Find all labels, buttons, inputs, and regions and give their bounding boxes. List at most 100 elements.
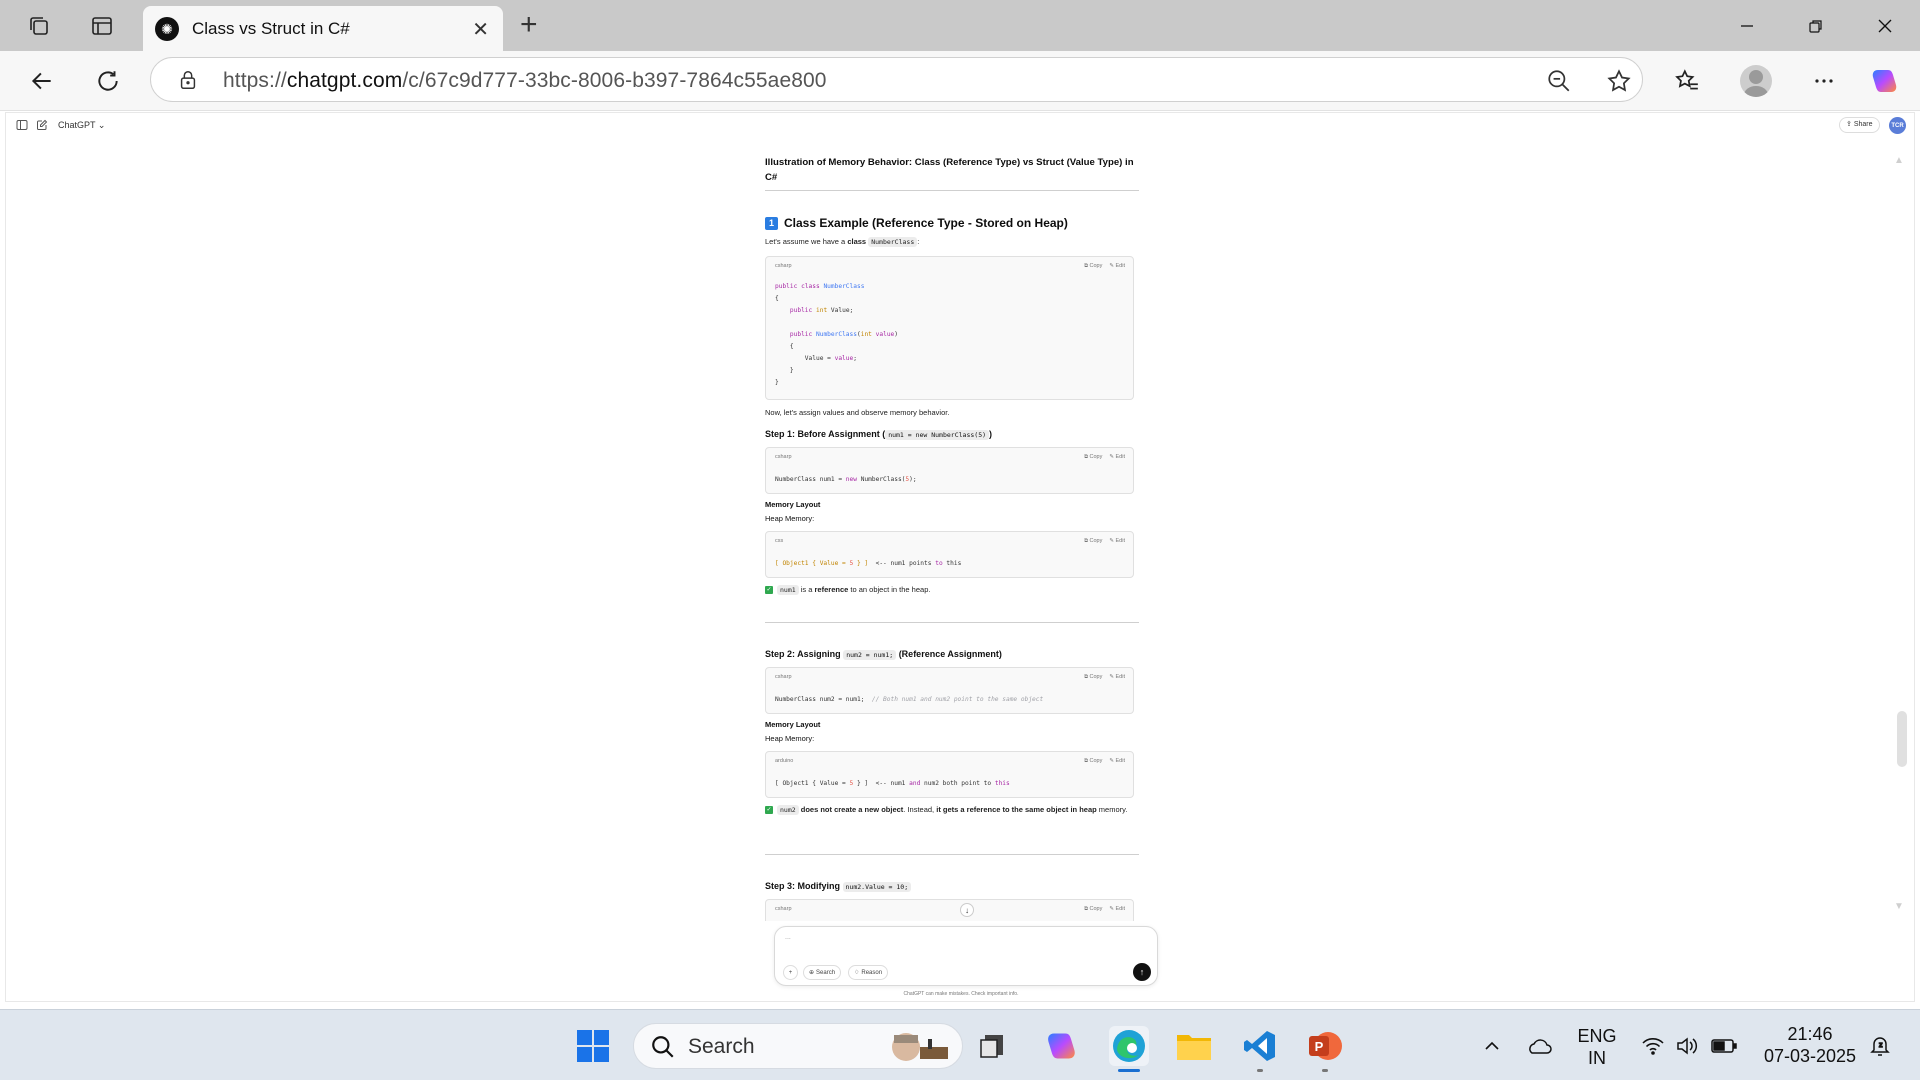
code-language: csharp <box>775 674 792 680</box>
copilot-icon[interactable] <box>1870 66 1900 96</box>
code-content: NumberClass num1 = new NumberClass(5); <box>775 476 917 483</box>
attach-button[interactable]: + <box>783 965 798 980</box>
minimize-icon[interactable] <box>1731 12 1763 40</box>
new-chat-icon[interactable] <box>36 119 48 131</box>
language-indicator[interactable]: ENG IN <box>1572 1025 1622 1069</box>
search-highlight-illustration-icon <box>884 1027 954 1067</box>
checkmark-icon: ✓ <box>765 806 773 815</box>
code-block-class-definition: csharp ⧉ Copy ✎ Edit public class Number… <box>765 256 1134 400</box>
chat-header: ChatGPT ⌄ ⇪ Share TCR <box>6 113 1914 139</box>
edit-code-button[interactable]: ✎ Edit <box>1109 674 1125 681</box>
copy-code-button[interactable]: ⧉ Copy <box>1084 758 1102 765</box>
profile-avatar[interactable] <box>1740 65 1772 97</box>
clock[interactable]: 21:46 07-03-2025 <box>1755 1023 1865 1067</box>
scrollbar-thumb[interactable] <box>1897 711 1907 767</box>
chat-page: ChatGPT ⌄ ⇪ Share TCR Illustration of Me… <box>5 112 1915 1002</box>
search-button[interactable]: ⊕ Search <box>803 965 842 980</box>
browser-toolbar: https://chatgpt.com/c/67c9d777-33bc-8006… <box>0 51 1920 111</box>
copilot-taskbar-icon[interactable] <box>1042 1026 1082 1066</box>
code-language: csharp <box>775 906 792 912</box>
code-content: [ Object1 { Value = 5 } ] <-- num1 point… <box>775 560 962 567</box>
edit-code-button[interactable]: ✎ Edit <box>1109 538 1125 545</box>
memory-layout-label: Memory Layout <box>765 500 821 509</box>
edit-code-button[interactable]: ✎ Edit <box>1109 454 1125 461</box>
favorites-icon[interactable] <box>1672 66 1702 96</box>
onedrive-cloud-icon[interactable] <box>1519 1026 1559 1066</box>
heap-memory-label: Heap Memory: <box>765 514 815 523</box>
send-button[interactable]: ↑ <box>1133 963 1151 981</box>
code-content: public class NumberClass { public int Va… <box>775 283 899 386</box>
step1-heading: Step 1: Before Assignment (num1 = new Nu… <box>765 429 993 440</box>
intro-paragraph: Let's assume we have a class NumberClass… <box>765 237 920 247</box>
edit-code-button[interactable]: ✎ Edit <box>1109 906 1125 913</box>
checkmark-icon: ✓ <box>765 586 773 595</box>
copy-code-button[interactable]: ⧉ Copy <box>1084 263 1102 270</box>
tab-title: Class vs Struct in C# <box>192 19 350 38</box>
user-avatar[interactable]: TCR <box>1889 117 1906 134</box>
url-text[interactable]: https://chatgpt.com/c/67c9d777-33bc-8006… <box>223 69 827 93</box>
refresh-icon[interactable] <box>93 66 123 96</box>
code-language: csharp <box>775 263 792 269</box>
restore-icon[interactable] <box>1800 12 1832 40</box>
code-block-step2: csharp ⧉ Copy ✎ Edit NumberClass num2 = … <box>765 667 1134 714</box>
observe-paragraph: Now, let's assign values and observe mem… <box>765 408 950 417</box>
powerpoint-icon[interactable]: P <box>1305 1026 1345 1072</box>
code-block-step3: csharp ⧉ Copy ✎ Edit <box>765 899 1134 921</box>
search-label: Search <box>688 1035 755 1058</box>
scroll-down-arrow-icon[interactable]: ▼ <box>1894 901 1904 912</box>
scroll-up-arrow-icon[interactable]: ▲ <box>1894 155 1904 166</box>
notification-bell-icon[interactable]: z <box>1860 1026 1900 1066</box>
lock-icon[interactable] <box>177 69 199 91</box>
memory-layout-label: Memory Layout <box>765 720 821 729</box>
workspaces-icon[interactable] <box>23 10 55 42</box>
step1-note: ✓ num1 is a reference to an object in the… <box>765 585 931 595</box>
battery-icon[interactable] <box>1704 1026 1744 1066</box>
copy-code-button[interactable]: ⧉ Copy <box>1084 906 1102 913</box>
copy-code-button[interactable]: ⧉ Copy <box>1084 538 1102 545</box>
message-heading: Illustration of Memory Behavior: Class (… <box>765 157 1134 183</box>
lightbulb-icon: ♢ <box>854 970 860 976</box>
more-options-icon[interactable] <box>1809 66 1839 96</box>
code-content: NumberClass num2 = num1; // Both num1 an… <box>775 696 1044 703</box>
start-button[interactable] <box>573 1026 613 1066</box>
zoom-out-icon[interactable] <box>1546 68 1572 94</box>
new-tab-icon[interactable]: + <box>520 8 538 42</box>
disclaimer-text: ChatGPT can make mistakes. Check importa… <box>903 991 1019 997</box>
address-bar[interactable]: https://chatgpt.com/c/67c9d777-33bc-8006… <box>150 57 1643 102</box>
code-language: csharp <box>775 454 792 460</box>
sidebar-toggle-icon[interactable] <box>16 119 28 131</box>
chevron-up-icon[interactable] <box>1472 1026 1512 1066</box>
close-window-icon[interactable] <box>1869 12 1901 40</box>
tab-active[interactable]: ✺ Class vs Struct in C# ✕ <box>143 6 503 51</box>
divider <box>765 622 1139 623</box>
section1-title: Class Example (Reference Type - Stored o… <box>784 216 1068 230</box>
favorite-star-icon[interactable] <box>1606 68 1632 94</box>
copy-code-button[interactable]: ⧉ Copy <box>1084 674 1102 681</box>
heap-memory-label: Heap Memory: <box>765 734 815 743</box>
svg-text:z: z <box>1879 1042 1883 1049</box>
code-block-heap-step2: arduino ⧉ Copy ✎ Edit [ Object1 { Value … <box>765 751 1134 798</box>
globe-icon: ⊕ <box>809 970 815 976</box>
volume-icon[interactable] <box>1667 1026 1707 1066</box>
divider <box>765 190 1139 191</box>
taskbar-search[interactable]: Search <box>633 1023 963 1069</box>
copy-code-button[interactable]: ⧉ Copy <box>1084 454 1102 461</box>
scroll-to-bottom-button[interactable]: ↓ <box>960 903 974 917</box>
task-view-icon[interactable] <box>974 1026 1014 1066</box>
edit-code-button[interactable]: ✎ Edit <box>1109 263 1125 270</box>
code-language: arduino <box>775 758 794 764</box>
vscode-icon[interactable] <box>1240 1026 1280 1072</box>
browser-tab-bar: ✺ Class vs Struct in C# ✕ + <box>0 0 1920 51</box>
file-explorer-icon[interactable] <box>1174 1026 1214 1066</box>
edit-code-button[interactable]: ✎ Edit <box>1109 758 1125 765</box>
back-icon[interactable] <box>27 66 57 96</box>
code-block-step1: csharp ⧉ Copy ✎ Edit NumberClass num1 = … <box>765 447 1134 494</box>
model-selector[interactable]: ChatGPT ⌄ <box>58 120 105 131</box>
message-input[interactable]: ... <box>785 934 791 941</box>
share-button[interactable]: ⇪ Share <box>1839 117 1880 133</box>
edge-taskbar-icon[interactable] <box>1109 1026 1149 1072</box>
search-icon <box>650 1034 676 1060</box>
tab-actions-icon[interactable] <box>86 10 118 42</box>
close-tab-icon[interactable]: ✕ <box>472 17 489 42</box>
reason-button[interactable]: ♢ Reason <box>848 965 889 980</box>
